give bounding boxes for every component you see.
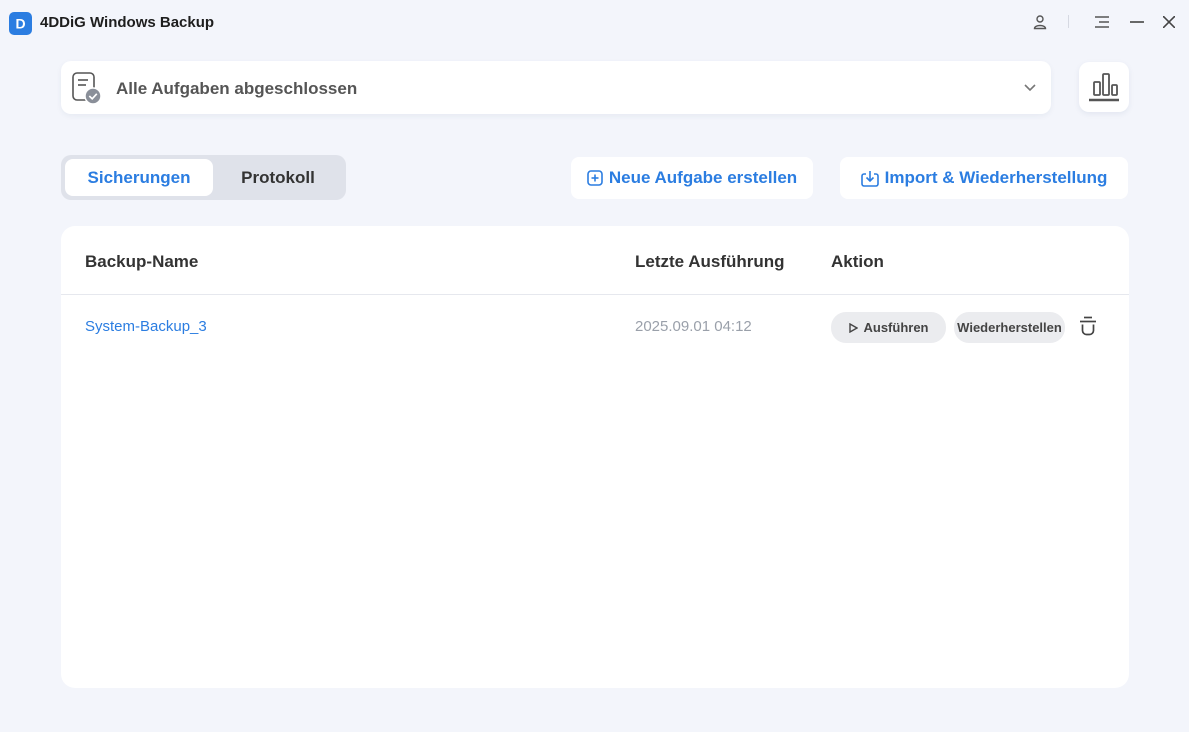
- menu-icon[interactable]: [1091, 11, 1113, 33]
- column-header-last-run: Letzte Ausführung: [635, 252, 785, 271]
- new-task-label: Neue Aufgabe erstellen: [608, 168, 798, 187]
- app-title: 4DDiG Windows Backup: [40, 14, 215, 31]
- status-text: Alle Aufgaben abgeschlossen: [116, 79, 358, 98]
- import-restore-label: Import & Wiederherstellung: [884, 168, 1108, 187]
- table-row[interactable]: System-Backup_3 2025.09.01 04:12 Ausführ…: [61, 295, 1129, 359]
- run-label: Ausführen: [863, 320, 929, 335]
- title-bar: D 4DDiG Windows Backup: [0, 0, 1189, 46]
- title-separator: [1068, 15, 1069, 28]
- tab-protokoll[interactable]: Protokoll: [213, 159, 343, 196]
- minimize-icon[interactable]: [1126, 11, 1148, 33]
- column-header-backup-name: Backup-Name: [85, 252, 199, 271]
- add-square-icon: [587, 170, 603, 186]
- app-logo-icon: D: [9, 12, 32, 35]
- run-button[interactable]: Ausführen: [831, 312, 946, 343]
- chevron-down-icon[interactable]: [1023, 80, 1037, 94]
- restore-button[interactable]: Wiederherstellen: [954, 312, 1065, 343]
- status-panel[interactable]: Alle Aufgaben abgeschlossen: [61, 61, 1051, 114]
- bar-chart-icon: [1089, 73, 1119, 102]
- import-icon: [860, 170, 879, 187]
- column-header-action: Aktion: [831, 252, 884, 271]
- play-icon: [848, 322, 858, 333]
- statistics-button[interactable]: [1079, 62, 1129, 112]
- user-icon[interactable]: [1029, 11, 1051, 33]
- import-restore-button[interactable]: Import & Wiederherstellung: [840, 157, 1128, 199]
- svg-text:D: D: [15, 16, 25, 32]
- task-document-check-icon: [72, 72, 102, 105]
- close-icon[interactable]: [1158, 11, 1180, 33]
- last-run-time: 2025.09.01 04:12: [635, 318, 752, 335]
- new-task-button[interactable]: Neue Aufgabe erstellen: [571, 157, 813, 199]
- trash-icon[interactable]: [1079, 316, 1097, 336]
- backup-table: Backup-Name Letzte Ausführung Aktion Sys…: [61, 226, 1129, 688]
- backup-name-link[interactable]: System-Backup_3: [85, 318, 207, 335]
- tab-sicherungen[interactable]: Sicherungen: [65, 159, 213, 196]
- view-tabs: Sicherungen Protokoll: [61, 155, 346, 200]
